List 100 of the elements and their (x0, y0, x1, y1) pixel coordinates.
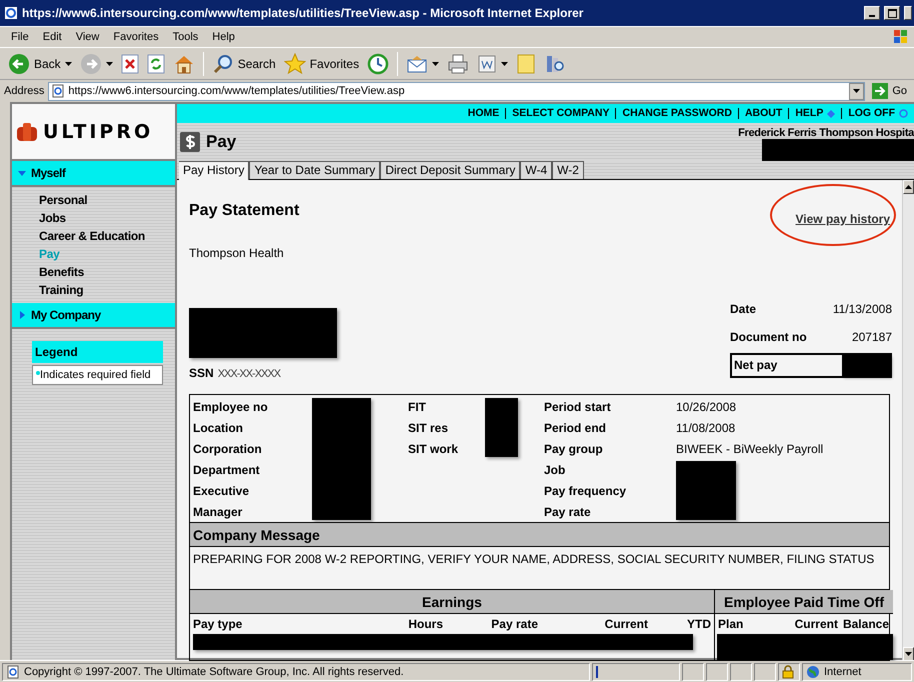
column-header: YTD (686, 617, 711, 631)
tab[interactable]: Direct Deposit Summary (380, 161, 520, 179)
column-header: Current (604, 617, 648, 631)
menu-item[interactable]: Favorites (106, 31, 166, 43)
tab[interactable]: Pay History (179, 161, 250, 180)
document-icon[interactable] (477, 54, 498, 74)
favorites-button[interactable]: Favorites (282, 50, 362, 76)
field-label: Location (193, 420, 243, 434)
menu-item[interactable]: View (68, 31, 106, 43)
field-value: BIWEEK - BiWeekly Payroll (676, 442, 824, 456)
dollar-icon (180, 132, 200, 152)
back-icon[interactable] (8, 52, 30, 74)
back-button[interactable]: Back (6, 50, 74, 76)
tab[interactable]: Year to Date Summary (249, 161, 380, 179)
windows-logo-icon (892, 28, 910, 46)
top-link[interactable]: HOME (462, 108, 506, 119)
nav-link[interactable]: Career & Education (39, 227, 175, 245)
nav-link[interactable]: Jobs (39, 209, 175, 227)
scroll-down-button[interactable] (903, 647, 914, 661)
section-header: Company Message (190, 523, 889, 547)
caret-icon[interactable] (432, 62, 440, 66)
menu-item[interactable]: Help (205, 31, 242, 43)
minimize-button[interactable] (864, 6, 880, 20)
tab[interactable]: W-4 (520, 161, 552, 179)
caret-icon[interactable] (64, 62, 72, 66)
field-label: Corporation (193, 442, 262, 456)
search-button[interactable]: Search (210, 50, 278, 76)
field-label: Pay group (544, 442, 603, 456)
menu-item[interactable]: File (4, 31, 36, 43)
close-button[interactable] (904, 6, 912, 20)
nav-link[interactable]: Personal (39, 191, 175, 209)
address-field[interactable]: https://www6.intersourcing.com/www/templates/utilities/TreeView.asp (48, 82, 866, 100)
pay-history-link[interactable]: View pay history (796, 212, 890, 226)
status-pane (682, 662, 704, 680)
top-link[interactable]: SELECT COMPANY (505, 108, 616, 119)
top-link[interactable]: ABOUT (738, 108, 788, 119)
field-label: Period end (544, 420, 606, 434)
field-value: 11/13/2008 (832, 302, 892, 318)
field-label: FIT (408, 400, 426, 414)
column-header: Hours (407, 617, 443, 631)
field-value: 11/08/2008 (676, 420, 736, 434)
nav-link[interactable]: Training (39, 281, 175, 299)
field-label: SIT res (408, 420, 448, 434)
field-value: 207187 (850, 330, 892, 346)
dropdown-button[interactable] (849, 82, 864, 100)
history-icon[interactable] (367, 52, 390, 74)
field-label: Department (193, 462, 260, 476)
caret-icon (853, 89, 860, 93)
field-label: Manager (193, 504, 242, 518)
field-value: XXX-XX-XXXX (218, 368, 280, 380)
zone-label: Internet (824, 666, 862, 678)
field-label: Job (544, 462, 566, 476)
mail-icon[interactable] (406, 54, 428, 74)
employer-name: Thompson Health (189, 246, 285, 260)
caret-icon[interactable] (106, 62, 113, 66)
refresh-icon[interactable] (146, 54, 165, 74)
field-label: Net pay (734, 358, 778, 372)
globe-icon (806, 664, 820, 678)
logo-text: ULTIPRO (43, 120, 154, 142)
field-label: Document no (730, 330, 808, 346)
search-icon[interactable] (212, 52, 234, 74)
top-link[interactable]: HELP (788, 108, 842, 119)
column-header: Pay type (193, 617, 244, 631)
field-label: Date (730, 302, 758, 318)
page-title: Pay (206, 132, 236, 152)
top-link[interactable]: LOG OFF (841, 108, 914, 119)
column-header: Balance (842, 617, 889, 631)
top-link[interactable]: CHANGE PASSWORD (615, 108, 738, 119)
section-header: Earnings (190, 590, 714, 614)
stop-icon[interactable] (120, 54, 139, 74)
field-label: Period start (544, 400, 611, 414)
printer-icon[interactable] (447, 54, 470, 74)
caret-icon[interactable] (501, 62, 508, 66)
legend-text: Indicates required field (32, 365, 163, 385)
lock-icon (782, 664, 794, 678)
field-label: Executive (193, 484, 250, 498)
scroll-up-button[interactable] (903, 180, 914, 194)
caret-icon (905, 185, 912, 189)
star-icon[interactable] (284, 52, 306, 74)
ring-icon (899, 109, 908, 118)
tab[interactable]: W-2 (552, 161, 584, 179)
maximize-icon (888, 8, 896, 18)
nav-section[interactable]: My Company (12, 303, 175, 329)
text-cursor-icon (596, 666, 598, 678)
menu-item[interactable]: Tools (166, 31, 206, 43)
nav-section[interactable]: Myself (12, 161, 175, 187)
browser-icon (4, 6, 18, 20)
nav-link[interactable]: Benefits (39, 263, 175, 281)
logo-icon (16, 122, 38, 142)
status-pane (706, 662, 728, 680)
maximize-button[interactable] (884, 6, 900, 20)
company-name: Frederick Ferris Thompson Hospita (738, 127, 914, 139)
go-button[interactable]: Go (869, 83, 910, 99)
home-icon[interactable] (172, 54, 195, 74)
column-header: Plan (718, 617, 744, 631)
field-label: SSN (189, 366, 214, 380)
field-value: 10/26/2008 (676, 400, 736, 414)
address-label: Address (4, 85, 44, 97)
field-label: Pay frequency (544, 484, 626, 498)
menu-item[interactable]: Edit (36, 31, 69, 43)
